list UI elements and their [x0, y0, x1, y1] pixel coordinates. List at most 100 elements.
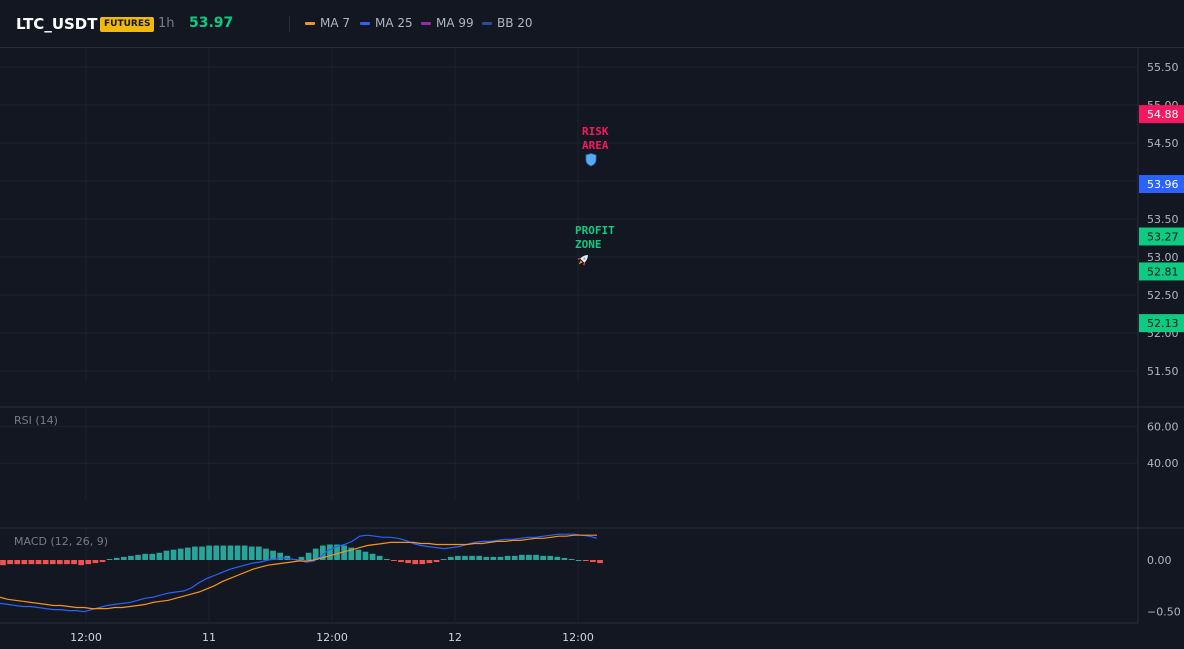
- macd-hist-bar: [14, 560, 21, 565]
- macd-hist-bar: [540, 555, 546, 560]
- macd-hist-bar: [440, 558, 447, 560]
- rsi-tick-label: 60.00: [1147, 420, 1179, 433]
- macd-hist-bar: [426, 560, 433, 564]
- rsi-pane-label: RSI (14): [14, 414, 58, 427]
- macd-hist-bar: [419, 560, 426, 565]
- price-tick-label: 53.00: [1147, 251, 1179, 264]
- macd-hist-bar: [526, 554, 532, 560]
- macd-hist-bar: [518, 554, 525, 560]
- macd-hist-bar: [49, 560, 56, 565]
- macd-hist-bar: [376, 555, 383, 560]
- macd-hist-bar: [597, 560, 603, 564]
- risk-area-label-line1: RISK: [582, 125, 609, 138]
- time-axis-label: 12:00: [316, 631, 348, 644]
- rsi-tick-label: 40.00: [1147, 457, 1179, 470]
- macd-hist-bar: [220, 545, 227, 560]
- macd-hist-bar: [156, 552, 163, 560]
- macd-hist-bar: [99, 560, 106, 563]
- time-axis-label: 12:00: [562, 631, 594, 644]
- macd-hist-bar: [256, 546, 262, 560]
- time-axis-label: 11: [202, 631, 216, 644]
- macd-hist-bar: [206, 545, 212, 560]
- macd-hist-bar: [369, 553, 376, 560]
- macd-hist-bar: [64, 560, 70, 565]
- macd-hist-bar: [568, 558, 575, 560]
- macd-hist-bar: [128, 555, 134, 560]
- macd-hist-bar: [163, 550, 170, 560]
- risk-area-label-line2: AREA: [582, 139, 609, 152]
- macd-hist-bar: [227, 545, 234, 560]
- macd-hist-bar: [554, 556, 561, 560]
- macd-hist-bar: [184, 547, 191, 560]
- rsi-axis-ticks[interactable]: 60.00 40.00: [1147, 420, 1179, 470]
- macd-hist-bar: [476, 555, 483, 560]
- time-axis-labels[interactable]: 12:00 11 12:00 12 12:00: [70, 631, 594, 644]
- price-tag-label: 52.81: [1147, 265, 1179, 278]
- macd-hist-bar: [35, 560, 42, 565]
- macd-hist-bar: [398, 560, 404, 563]
- macd-hist-bar: [241, 545, 248, 560]
- macd-hist-bar: [199, 546, 205, 560]
- macd-hist-bar: [582, 560, 589, 562]
- macd-hist-bar: [120, 556, 127, 560]
- macd-hist-bar: [192, 546, 198, 560]
- macd-hist-bar: [28, 560, 35, 565]
- macd-hist-bar: [263, 548, 269, 560]
- price-tick-label: 54.50: [1147, 137, 1179, 150]
- macd-hist-bar: [462, 555, 468, 560]
- macd-hist-bar: [177, 548, 184, 560]
- price-tag-label: 52.13: [1147, 317, 1179, 330]
- time-axis-label: 12: [448, 631, 462, 644]
- macd-hist-bar: [85, 560, 92, 565]
- macd-hist-bar: [504, 555, 511, 560]
- time-axis-label: 12:00: [70, 631, 102, 644]
- macd-hist-bar: [78, 560, 85, 566]
- macd-hist-bar: [511, 555, 518, 560]
- macd-axis-ticks[interactable]: 0.00 −0.50: [1147, 554, 1181, 619]
- macd-hist-bar: [575, 560, 582, 561]
- macd-hist-bar: [305, 552, 312, 560]
- macd-hist-bar: [0, 560, 6, 566]
- macd-hist-bar: [234, 545, 241, 560]
- macd-hist-bar: [469, 555, 475, 560]
- macd-hist-bar: [149, 553, 156, 560]
- macd-hist-bar: [391, 560, 397, 562]
- chart-canvas[interactable]: 55.5055.0054.5054.0053.5053.0052.5052.00…: [0, 0, 1184, 649]
- macd-hist-bar: [113, 557, 120, 560]
- macd-hist-bar: [92, 560, 99, 564]
- price-tag-label: 53.27: [1147, 230, 1179, 243]
- macd-hist-bar: [433, 560, 440, 563]
- price-tag-label: 53.96: [1147, 178, 1179, 191]
- macd-hist-bar: [248, 546, 255, 560]
- macd-hist-bar: [590, 560, 596, 563]
- macd-hist-bar: [412, 560, 419, 565]
- macd-hist-bar: [355, 549, 362, 560]
- macd-hist-bar: [447, 556, 454, 560]
- macd-hist-bar: [142, 553, 148, 560]
- macd-hist-bar: [490, 556, 497, 560]
- price-tag-label: 54.88: [1147, 108, 1179, 121]
- macd-hist-bar: [362, 551, 369, 560]
- macd-hist-bar: [106, 558, 113, 560]
- macd-hist-bar: [71, 560, 77, 565]
- macd-hist-bar: [455, 555, 461, 560]
- price-tick-label: 52.50: [1147, 289, 1179, 302]
- macd-tick-label: 0.00: [1147, 554, 1172, 567]
- macd-hist-bar: [57, 560, 63, 565]
- macd-hist-bar: [327, 544, 333, 560]
- macd-hist-bar: [483, 556, 490, 560]
- profit-zone-label-line2: ZONE: [575, 238, 602, 251]
- macd-hist-bar: [21, 560, 28, 565]
- macd-hist-bar: [547, 555, 554, 560]
- macd-hist-bar: [405, 560, 411, 564]
- price-tick-label: 55.50: [1147, 61, 1179, 74]
- macd-hist-bar: [42, 560, 49, 565]
- macd-pane-label: MACD (12, 26, 9): [14, 535, 109, 548]
- macd-hist-bar: [383, 558, 390, 560]
- macd-tick-label: −0.50: [1147, 606, 1181, 619]
- macd-hist-bar: [497, 556, 504, 560]
- shield-icon: [585, 153, 597, 167]
- price-tick-label: 53.50: [1147, 213, 1179, 226]
- macd-hist-bar: [135, 554, 141, 560]
- macd-hist-bar: [561, 557, 568, 560]
